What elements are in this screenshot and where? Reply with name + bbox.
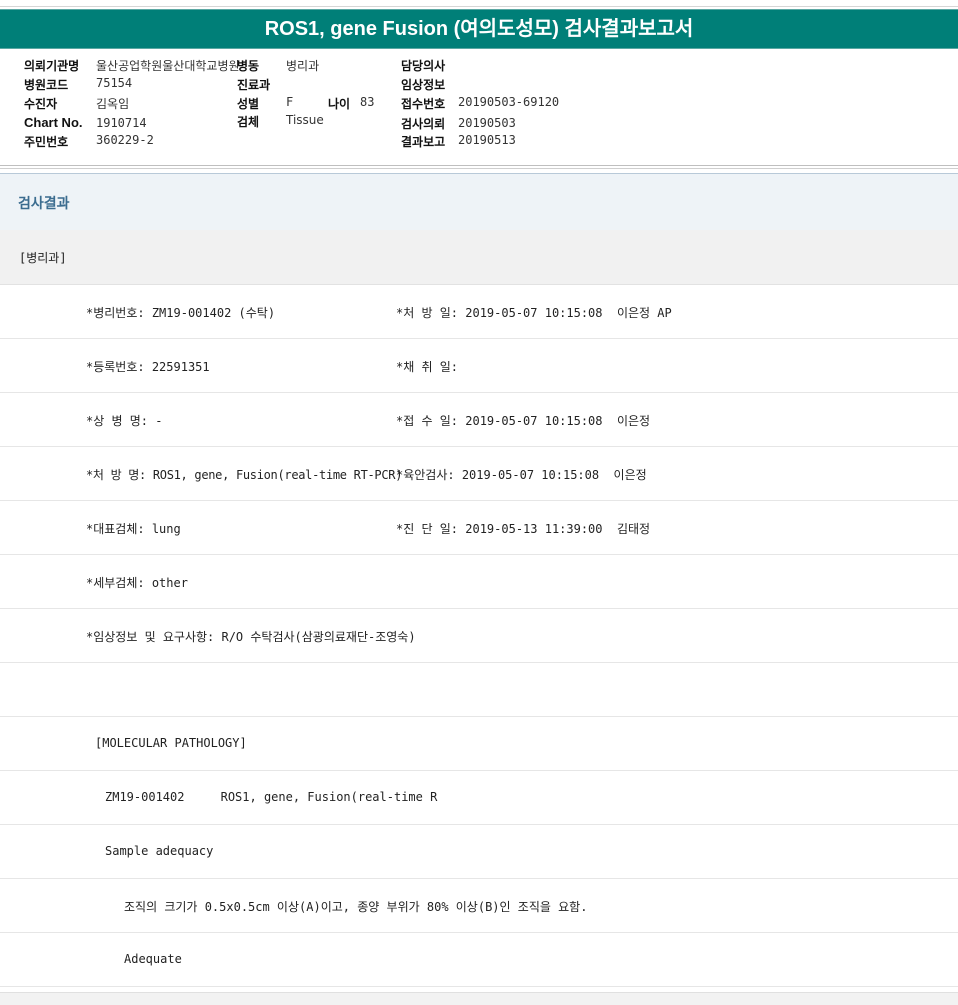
- row-right-text: *진 단 일: 2019-05-13 11:39:00 김태정: [396, 522, 651, 536]
- row-left-text: *임상정보 및 요구사항: R/O 수탁검사(삼광의료재단-조영숙): [86, 630, 416, 644]
- report-value: 20190513: [458, 133, 516, 147]
- specimen-label: 검체: [237, 115, 260, 129]
- row-right-text: *처 방 일: 2019-05-07 10:15:08 이은정 AP: [396, 306, 672, 320]
- pathology-subheader: [병리과]: [0, 230, 958, 285]
- hospital-code-label: 병원코드: [24, 78, 69, 92]
- department-label: 진료과: [237, 78, 271, 92]
- receipt-no-label: 접수번호: [401, 97, 446, 111]
- result-row: *등록번호: 22591351 *채 취 일:: [0, 339, 958, 393]
- institution-value: 울산공업학원울산대학교병원: [96, 59, 240, 73]
- result-row: *임상정보 및 요구사항: R/O 수탁검사(삼광의료재단-조영숙): [0, 609, 958, 663]
- row-right-text: *접 수 일: 2019-05-07 10:15:08 이은정: [396, 414, 651, 428]
- sex-value: F: [286, 95, 294, 109]
- bottom-band: [0, 992, 958, 1005]
- ward-value: 병리과: [286, 59, 320, 73]
- test-line-row: ZM19-001402 ROS1, gene, Fusion(real-time…: [0, 771, 958, 825]
- results-section-title: 검사결과: [18, 196, 70, 212]
- top-border: [0, 0, 958, 7]
- patient-info-panel: 의뢰기관명 울산공업학원울산대학교병원 병동 병리과 담당의사 병원코드 751…: [0, 48, 958, 166]
- row-left-text: *대표검체: lung: [86, 522, 181, 536]
- pathology-subheader-title: [병리과]: [19, 251, 67, 265]
- report-title: ROS1, gene Fusion (여의도성모) 검사결과보고서: [0, 9, 958, 49]
- result-row: *세부검체: other: [0, 555, 958, 609]
- test-line: ZM19-001402 ROS1, gene, Fusion(real-time…: [105, 790, 438, 804]
- sample-label-row: Sample adequacy: [0, 825, 958, 879]
- clinical-info-label: 임상정보: [401, 78, 446, 92]
- doctor-label: 담당의사: [401, 59, 446, 73]
- adequacy-result: Adequate: [124, 952, 182, 966]
- molecular-header: [MOLECULAR PATHOLOGY]: [95, 736, 247, 750]
- hospital-code-value: 75154: [96, 76, 133, 90]
- receipt-no-value: 20190503-69120: [458, 95, 560, 109]
- sample-adequacy-label: Sample adequacy: [105, 844, 214, 858]
- age-label: 나이: [328, 97, 351, 111]
- result-row: *대표검체: lung *진 단 일: 2019-05-13 11:39:00 …: [0, 501, 958, 555]
- adequacy-result-row: Adequate: [0, 933, 958, 987]
- institution-label: 의뢰기관명: [24, 59, 80, 73]
- row-left-text: *세부검체: other: [86, 576, 188, 590]
- row-left-text: *등록번호: 22591351: [86, 360, 210, 374]
- recipient-label: 수진자: [24, 97, 58, 111]
- specimen-value: Tissue: [286, 113, 324, 127]
- row-left-text: *병리번호: ZM19-001402 (수탁): [86, 306, 276, 320]
- ward-label: 병동: [237, 59, 260, 73]
- resident-no-value: 360229-2: [96, 133, 154, 147]
- row-right-text: *채 취 일:: [396, 360, 459, 374]
- criteria-text: 조직의 크기가 0.5x0.5cm 이상(A)이고, 종양 부위가 80% 이상…: [124, 900, 588, 914]
- molecular-header-row: [MOLECULAR PATHOLOGY]: [0, 717, 958, 771]
- recipient-value: 김옥임: [96, 97, 130, 111]
- result-row: *상 병 명: - *접 수 일: 2019-05-07 10:15:08 이은…: [0, 393, 958, 447]
- resident-no-label: 주민번호: [24, 135, 69, 149]
- report-label: 결과보고: [401, 135, 446, 149]
- row-right-text: *육안검사: 2019-05-07 10:15:08 이은정: [396, 468, 647, 482]
- result-row: *병리번호: ZM19-001402 (수탁) *처 방 일: 2019-05-…: [0, 285, 958, 339]
- row-left-text: *상 병 명: -: [86, 414, 163, 428]
- request-label: 검사의뢰: [401, 117, 446, 131]
- chart-no-label: Chart No.: [24, 115, 83, 130]
- criteria-row: 조직의 크기가 0.5x0.5cm 이상(A)이고, 종양 부위가 80% 이상…: [0, 879, 958, 933]
- chart-no-value: 1910714: [96, 116, 147, 130]
- result-row-empty: [0, 663, 958, 717]
- row-left-text: *처 방 명: ROS1, gene, Fusion(real-time RT-…: [86, 468, 403, 482]
- sex-label: 성별: [237, 97, 260, 111]
- request-value: 20190503: [458, 116, 516, 130]
- divider: [0, 168, 958, 169]
- age-value: 83: [360, 95, 375, 109]
- result-row: *처 방 명: ROS1, gene, Fusion(real-time RT-…: [0, 447, 958, 501]
- results-section-header: 검사결과: [0, 173, 958, 231]
